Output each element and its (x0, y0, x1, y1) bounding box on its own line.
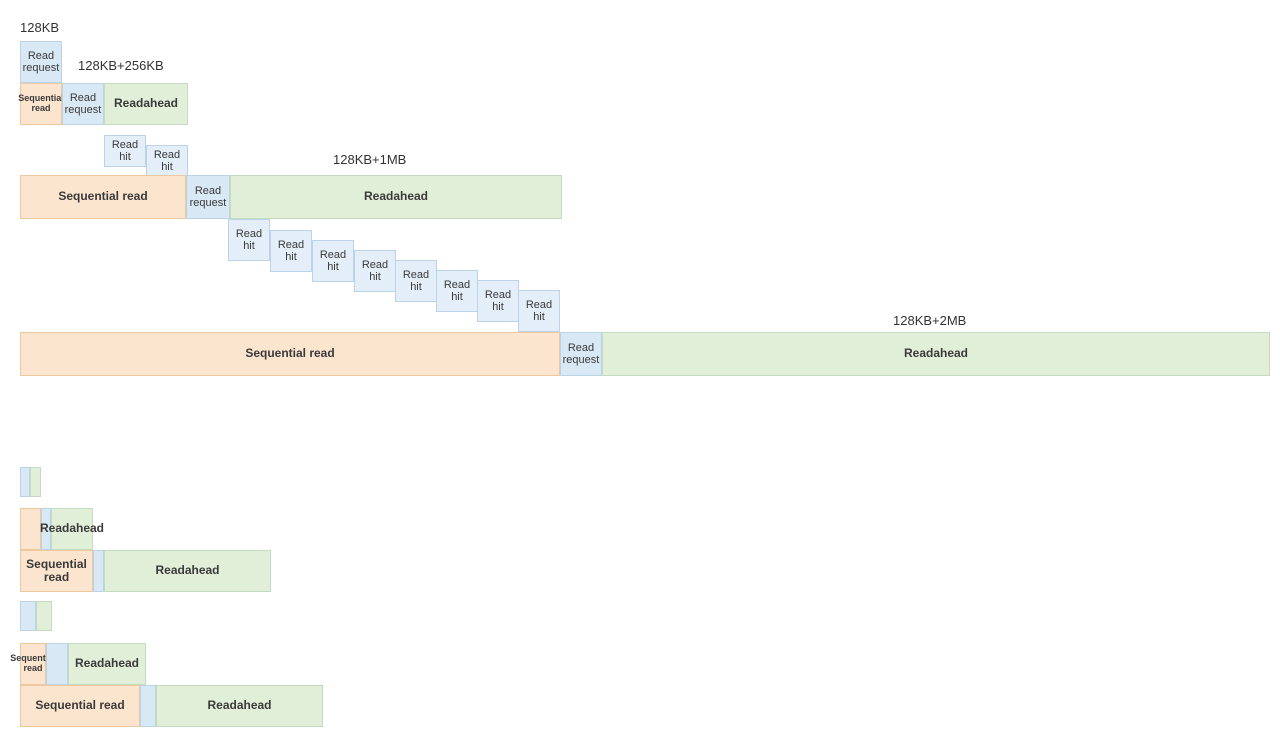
readahead-block (36, 601, 52, 631)
readahead-block: Readahead (104, 83, 188, 125)
sequential-read-block: Sequential read (20, 643, 46, 685)
read-hit-block: Read hit (436, 270, 478, 312)
read-request-block: Read request (20, 41, 62, 83)
read-request-block (46, 643, 68, 685)
read-hit-block: Read hit (228, 219, 270, 261)
read-request-block: Read request (186, 175, 230, 219)
read-hit-block: Read hit (395, 260, 437, 302)
readahead-block: Readahead (602, 332, 1270, 376)
label-128kb-2mb: 128KB+2MB (893, 313, 966, 328)
readahead-block: Readahead (156, 685, 323, 727)
readahead-block: Readahead (51, 508, 93, 550)
label-128kb-256kb: 128KB+256KB (78, 58, 164, 73)
read-hit-block: Read hit (354, 250, 396, 292)
readahead-block: Readahead (230, 175, 562, 219)
read-hit-block: Read hit (104, 135, 146, 167)
sequential-read-block: Sequential read (20, 685, 140, 727)
sequential-read-block: Sequential read (20, 83, 62, 125)
readahead-block: Readahead (104, 550, 271, 592)
readahead-block: Readahead (68, 643, 146, 685)
read-hit-block: Read hit (146, 145, 188, 177)
read-request-block (20, 467, 30, 497)
read-hit-block: Read hit (477, 280, 519, 322)
sequential-read-block: Sequential read (20, 175, 186, 219)
read-request-block (20, 601, 36, 631)
read-request-block (93, 550, 104, 592)
read-request-block: Read request (62, 83, 104, 125)
sequential-read-block (20, 508, 41, 550)
label-128kb-1mb: 128KB+1MB (333, 152, 406, 167)
read-hit-block: Read hit (518, 290, 560, 332)
read-hit-block: Read hit (312, 240, 354, 282)
sequential-read-block: Sequential read (20, 550, 93, 592)
read-hit-block: Read hit (270, 230, 312, 272)
read-request-block: Read request (560, 332, 602, 376)
label-128kb: 128KB (20, 20, 59, 35)
readahead-block (30, 467, 41, 497)
read-request-block (140, 685, 156, 727)
diagram-canvas: { "labels": { "size128": "128KB", "size1… (0, 0, 1280, 738)
sequential-read-block: Sequential read (20, 332, 560, 376)
